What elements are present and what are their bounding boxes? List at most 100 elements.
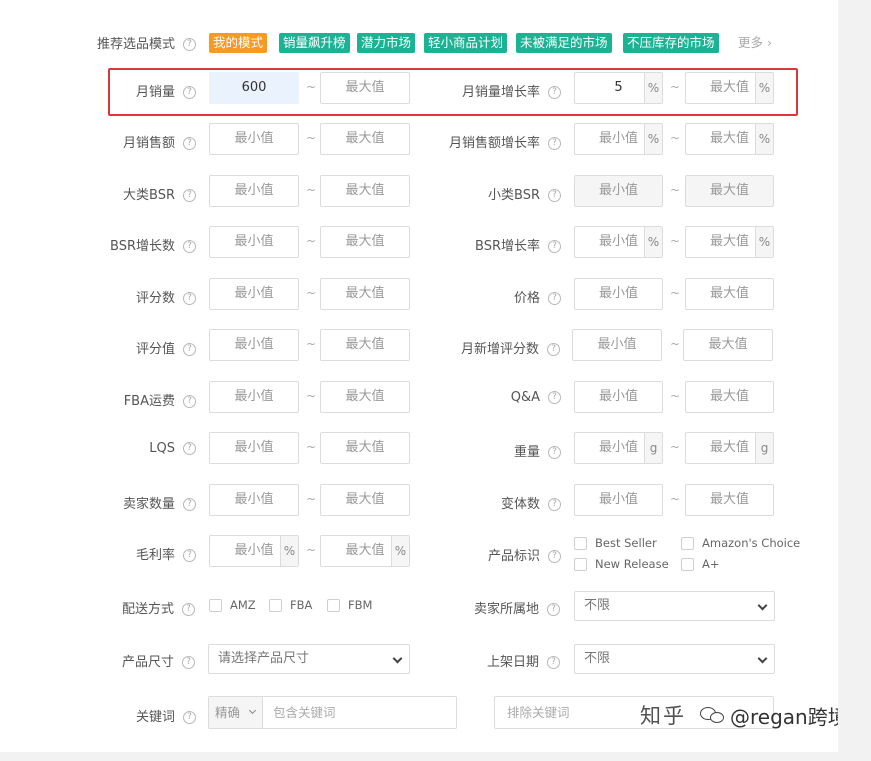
checkbox-amazons-choice[interactable]: Amazon's Choice bbox=[681, 536, 800, 550]
max-input[interactable]: 最大值 g bbox=[685, 432, 774, 464]
max-input[interactable]: 最大值 bbox=[320, 226, 410, 258]
filter-label-text: 小类BSR bbox=[488, 188, 540, 203]
checkbox-box[interactable] bbox=[327, 598, 340, 612]
help-icon[interactable]: ? bbox=[548, 498, 561, 511]
max-input[interactable]: 最大值 bbox=[685, 278, 774, 310]
max-input[interactable]: 最大值 bbox=[320, 432, 410, 464]
filter-label: 月销量? bbox=[136, 81, 196, 100]
max-input[interactable]: 最大值 bbox=[685, 381, 774, 413]
min-input[interactable]: 最小值% bbox=[209, 535, 299, 567]
min-input[interactable]: 最小值 bbox=[574, 175, 663, 207]
help-icon[interactable]: ? bbox=[183, 442, 196, 455]
mode-chip-no-inventory[interactable]: 不压库存的市场 bbox=[623, 33, 719, 53]
min-input-value: 最小值 bbox=[234, 234, 274, 249]
checkbox-box[interactable] bbox=[574, 557, 587, 571]
help-icon[interactable]: ? bbox=[183, 549, 196, 562]
max-input[interactable]: 最大值 bbox=[685, 484, 774, 516]
help-icon[interactable]: ? bbox=[183, 189, 196, 202]
help-icon[interactable]: ? bbox=[548, 391, 561, 404]
checkbox-fba[interactable]: FBA bbox=[269, 598, 312, 612]
help-icon[interactable]: ? bbox=[183, 86, 196, 99]
filter-label: LQS? bbox=[149, 441, 196, 456]
help-icon[interactable]: ? bbox=[548, 292, 561, 305]
max-input-value: 最大值 bbox=[345, 389, 385, 404]
checkbox-box[interactable] bbox=[209, 598, 222, 612]
help-icon[interactable]: ? bbox=[548, 240, 561, 253]
max-input[interactable]: 最大值 bbox=[320, 484, 410, 516]
help-icon[interactable]: ? bbox=[548, 86, 561, 99]
listing-date-select[interactable]: 不限 bbox=[574, 644, 775, 674]
max-input[interactable]: 最大值 bbox=[320, 72, 410, 104]
include-keywords-field[interactable]: 精确 包含关键词 bbox=[208, 696, 457, 729]
help-icon[interactable]: ? bbox=[182, 656, 196, 669]
help-icon[interactable]: ? bbox=[548, 446, 561, 459]
mode-chip-light-small[interactable]: 轻小商品计划 bbox=[424, 33, 508, 53]
min-input[interactable]: 最小值 bbox=[209, 432, 299, 464]
min-input[interactable]: 最小值 g bbox=[574, 432, 663, 464]
keyword-match-select[interactable]: 精确 bbox=[209, 697, 263, 728]
mode-chip-potential-market[interactable]: 潜力市场 bbox=[357, 33, 416, 53]
seller-location-select[interactable]: 不限 bbox=[574, 591, 775, 621]
max-input[interactable]: 最大值% bbox=[685, 123, 774, 155]
max-input[interactable]: 最大值 bbox=[320, 123, 410, 155]
help-icon[interactable]: ? bbox=[183, 395, 196, 408]
mode-chip-sales-surge[interactable]: 销量飙升榜 bbox=[279, 33, 350, 53]
max-input[interactable]: 最大值 bbox=[320, 278, 410, 310]
max-input[interactable]: 最大值 bbox=[320, 381, 410, 413]
min-input[interactable]: 最小值% bbox=[574, 123, 663, 155]
max-input[interactable]: 最大值 bbox=[683, 329, 773, 361]
help-icon[interactable]: ? bbox=[183, 343, 196, 356]
max-input-value: 最大值 bbox=[709, 183, 749, 198]
mode-chip-my[interactable]: 我的模式 bbox=[209, 33, 268, 53]
unit-suffix: % bbox=[280, 536, 298, 566]
help-icon[interactable]: ? bbox=[183, 498, 196, 511]
max-input[interactable]: 最大值% bbox=[685, 226, 774, 258]
help-icon[interactable]: ? bbox=[548, 137, 561, 150]
checkbox-box[interactable] bbox=[681, 536, 694, 550]
checkbox-new-release[interactable]: New Release bbox=[574, 557, 669, 571]
checkbox-amz[interactable]: AMZ bbox=[209, 598, 256, 612]
checkbox-box[interactable] bbox=[269, 598, 282, 612]
help-icon[interactable]: ? bbox=[547, 343, 560, 356]
max-input[interactable]: 最大值% bbox=[685, 72, 774, 104]
help-icon[interactable]: ? bbox=[183, 137, 196, 150]
help-icon[interactable]: ? bbox=[548, 550, 562, 563]
min-input[interactable]: 5% bbox=[574, 72, 663, 104]
min-input[interactable]: 最小值% bbox=[574, 226, 663, 258]
checkbox-a-plus[interactable]: A+ bbox=[681, 557, 720, 571]
help-icon[interactable]: ? bbox=[183, 711, 197, 724]
checkbox-label: FBM bbox=[348, 598, 373, 612]
checkbox-box[interactable] bbox=[574, 536, 587, 550]
help-icon[interactable]: ? bbox=[183, 292, 196, 305]
min-input[interactable]: 最小值 bbox=[574, 278, 663, 310]
checkbox-best-seller[interactable]: Best Seller bbox=[574, 536, 657, 550]
include-keywords-input[interactable]: 包含关键词 bbox=[273, 697, 336, 728]
help-icon[interactable]: ? bbox=[183, 38, 197, 51]
help-icon[interactable]: ? bbox=[183, 240, 196, 253]
min-input-value: 最小值 bbox=[598, 440, 638, 455]
mode-chip-unmet-market[interactable]: 未被满足的市场 bbox=[516, 33, 612, 53]
max-input[interactable]: 最大值 bbox=[685, 175, 774, 207]
checkbox-fbm[interactable]: FBM bbox=[327, 598, 372, 612]
help-icon[interactable]: ? bbox=[548, 189, 561, 202]
min-input[interactable]: 最小值 bbox=[209, 329, 299, 361]
min-input[interactable]: 最小值 bbox=[209, 175, 299, 207]
help-icon[interactable]: ? bbox=[547, 603, 561, 616]
help-icon[interactable]: ? bbox=[182, 603, 196, 616]
min-input[interactable]: 最小值 bbox=[209, 381, 299, 413]
more-modes-link[interactable]: 更多 › bbox=[738, 33, 772, 53]
min-input[interactable]: 最小值 bbox=[572, 329, 662, 361]
min-input[interactable]: 最小值 bbox=[209, 123, 299, 155]
min-input[interactable]: 最小值 bbox=[209, 278, 299, 310]
max-input[interactable]: 最大值 bbox=[320, 329, 410, 361]
product-size-select[interactable]: 请选择产品尺寸 bbox=[208, 644, 410, 674]
min-input[interactable]: 最小值 bbox=[574, 381, 663, 413]
min-input[interactable]: 最小值 bbox=[209, 484, 299, 516]
max-input[interactable]: 最大值% bbox=[320, 535, 410, 567]
help-icon[interactable]: ? bbox=[547, 656, 561, 669]
checkbox-box[interactable] bbox=[681, 557, 694, 571]
min-input[interactable]: 最小值 bbox=[574, 484, 663, 516]
max-input[interactable]: 最大值 bbox=[320, 175, 410, 207]
min-input[interactable]: 600 bbox=[209, 72, 299, 104]
min-input[interactable]: 最小值 bbox=[209, 226, 299, 258]
